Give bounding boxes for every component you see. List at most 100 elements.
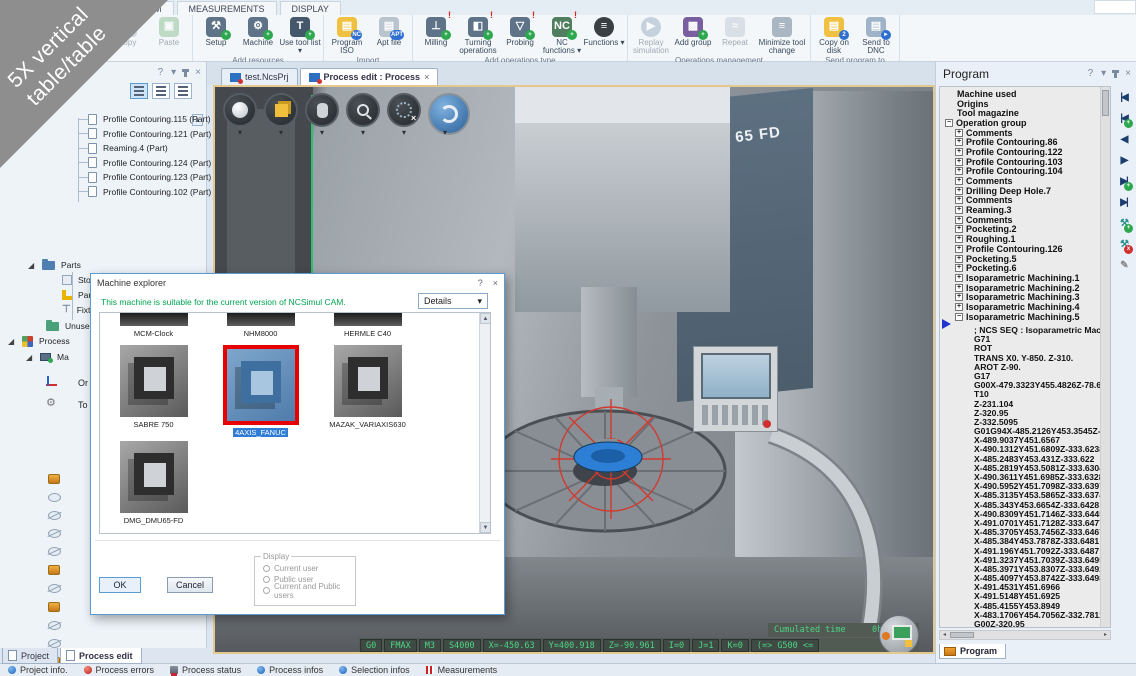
MAZAK_VARIAXIS630[interactable]: MAZAK_VARIAXIS630	[314, 345, 421, 437]
tree-item-part[interactable]: Part	[0, 288, 94, 302]
expand-toggle-icon[interactable]: +	[955, 158, 963, 166]
dialog-close-icon[interactable]: ×	[493, 278, 498, 288]
gcode-line[interactable]: X-485.3705Y453.7456Z-333.6467	[940, 527, 1100, 536]
visibility-toggle-icon[interactable]	[48, 602, 60, 612]
DMG_DMU65-FD[interactable]: DMG_DMU65-FD	[100, 441, 207, 525]
expand-toggle-icon[interactable]: −	[955, 313, 963, 321]
dialog-title-bar[interactable]: Machine explorer ? ×	[91, 274, 504, 292]
program-tree-item[interactable]: + Profile Contouring.126	[940, 244, 1100, 254]
expander-icon[interactable]: ◢	[26, 353, 34, 362]
hud-selection-button[interactable]	[387, 93, 421, 127]
expand-toggle-icon[interactable]: +	[955, 206, 963, 214]
gcode-line[interactable]: G01G94X-485.2126Y453.3545Z-333	[940, 426, 1100, 435]
scroll-left-icon[interactable]: ◂	[940, 631, 949, 639]
add-to-simulation-button[interactable]: ⚒ +	[1120, 218, 1127, 230]
gcode-line[interactable]: X-491.4531Y451.6966	[940, 582, 1100, 591]
program-tree-item[interactable]: + Reaming.3	[940, 205, 1100, 215]
gcode-line[interactable]: X-491.3237Y451.7039Z-333.6495	[940, 555, 1100, 564]
gcode-line[interactable]: X-489.9037Y451.6567	[940, 435, 1100, 444]
gcode-line[interactable]: X-485.4155Y453.8949	[940, 601, 1100, 610]
HERMLE C40[interactable]: HERMLE C40	[314, 313, 421, 338]
expand-toggle-icon[interactable]: +	[955, 167, 963, 175]
visibility-toggle-icon[interactable]	[48, 511, 61, 520]
play-forward-button[interactable]: ▶	[1121, 155, 1127, 167]
expand-toggle-icon[interactable]: +	[955, 245, 963, 253]
program-bottom-tab[interactable]: Program	[939, 644, 1006, 659]
expand-toggle-icon[interactable]: +	[955, 255, 963, 263]
gcode-line[interactable]: ; NCS SEQ : Isoparametric Machini	[940, 325, 1100, 334]
previous-operation-button[interactable]: |◀ +	[1120, 113, 1127, 125]
tree-item[interactable]: Profile Contouring.102 (Part)	[0, 185, 206, 200]
program-tree-item[interactable]: + Profile Contouring.103	[940, 157, 1100, 167]
gcode-line[interactable]: Z-231.104	[940, 399, 1100, 408]
program-tree-item[interactable]: + Profile Contouring.104	[940, 167, 1100, 177]
program-tree-item[interactable]: Tool magazine	[940, 108, 1100, 118]
tree-item-fixture[interactable]: ⊤ Fixture	[0, 303, 103, 317]
expand-toggle-icon[interactable]: +	[955, 177, 963, 185]
expand-toggle-icon[interactable]: +	[955, 216, 963, 224]
MCM-Clock[interactable]: MCM-Clock	[100, 313, 207, 338]
status-bar-item[interactable]: Selection infos	[339, 665, 410, 675]
details-dropdown[interactable]: Details ▾	[418, 293, 488, 309]
visibility-toggle-icon[interactable]	[48, 529, 61, 538]
visibility-toggle-icon[interactable]	[48, 474, 60, 484]
ribbon-button[interactable]: ≡ Functions ▾	[583, 15, 625, 47]
ribbon-button[interactable]: ▤APT Apt file	[368, 15, 410, 47]
ribbon-button[interactable]: ▩+ Add group	[672, 15, 714, 47]
window-search-box[interactable]	[1094, 0, 1136, 14]
ribbon-button[interactable]: ⚒+ Setup	[195, 15, 237, 47]
gcode-line[interactable]: X-491.5148Y451.6925	[940, 591, 1100, 600]
gcode-line[interactable]: T10	[940, 389, 1100, 398]
program-tree-item[interactable]: + Profile Contouring.86	[940, 137, 1100, 147]
program-tree-item[interactable]: + Isoparametric Machining.1	[940, 273, 1100, 283]
expand-toggle-icon[interactable]: +	[955, 303, 963, 311]
workspace-tab[interactable]: Project	[2, 648, 58, 664]
gcode-line[interactable]: X-485.3971Y453.8307Z-333.6492	[940, 564, 1100, 573]
ribbon-button[interactable]: ≡ Minimize tool change	[756, 15, 808, 56]
program-tree-item[interactable]: + Isoparametric Machining.3	[940, 292, 1100, 302]
expand-toggle-icon[interactable]: +	[955, 235, 963, 243]
play-backward-button[interactable]: ◀	[1121, 134, 1127, 146]
gcode-line[interactable]: Z-332.5095	[940, 417, 1100, 426]
gcode-line[interactable]: G00Z-320.95	[940, 619, 1100, 628]
tab-close-icon[interactable]: ×	[424, 72, 429, 82]
scroll-down-icon[interactable]: ▼	[480, 522, 491, 533]
NHM8000[interactable]: NHM8000	[207, 313, 314, 338]
SABRE 750[interactable]: SABRE 750	[100, 345, 207, 437]
gcode-line[interactable]: G17	[940, 371, 1100, 380]
ribbon-button[interactable]: ▤NC Program ISO	[326, 15, 368, 56]
tree-item[interactable]: Profile Contouring.123 (Part)	[0, 170, 206, 185]
scroll-right-icon[interactable]: ▸	[1101, 631, 1110, 639]
ribbon-button[interactable]: NC+! NC functions ▾	[541, 15, 583, 56]
machine-status-button[interactable]	[879, 615, 919, 654]
document-tab[interactable]: test.NcsPrj	[221, 68, 298, 85]
ribbon-button[interactable]: ⚙+ Machine	[237, 15, 279, 47]
pin-icon[interactable]	[1114, 70, 1117, 78]
gcode-line[interactable]: G00X-479.3323Y455.4826Z-78.677	[940, 380, 1100, 389]
chevron-down-icon[interactable]: ▾	[1101, 68, 1106, 79]
gcode-line[interactable]: TRANS X0. Y-850. Z-310.	[940, 353, 1100, 362]
expander-icon[interactable]: ◢	[28, 261, 36, 270]
program-tree-item[interactable]: + Pocketing.6	[940, 263, 1100, 273]
gcode-line[interactable]: AROT Z-90.	[940, 362, 1100, 371]
visibility-toggle-icon[interactable]	[48, 547, 61, 556]
hud-shaded-view-button[interactable]	[264, 93, 298, 127]
gcode-line[interactable]: X-485.2483Y453.431Z-333.622	[940, 454, 1100, 463]
gcode-line[interactable]: X-491.196Y451.7092Z-333.6487	[940, 546, 1100, 555]
expand-toggle-icon[interactable]: +	[955, 196, 963, 204]
gcode-line[interactable]: X-485.2819Y453.5081Z-333.6304	[940, 463, 1100, 472]
program-tree-item[interactable]: + Drilling Deep Hole.7	[940, 186, 1100, 196]
program-tree-item[interactable]: + Comments	[940, 128, 1100, 138]
gcode-line[interactable]: ROT	[940, 343, 1100, 352]
origins-axis-icon[interactable]	[46, 376, 58, 388]
program-content[interactable]: Machine used Origins Tool magazine − Ope…	[939, 86, 1111, 628]
expand-toggle-icon[interactable]: −	[945, 119, 953, 127]
tree-item[interactable]: Reaming.4 (Part)	[0, 141, 206, 156]
gcode-line[interactable]: G71	[940, 334, 1100, 343]
program-tree-item[interactable]: + Comments	[940, 176, 1100, 186]
gcode-line[interactable]: X-485.343Y453.6654Z-333.6428	[940, 500, 1100, 509]
ribbon-button[interactable]: ▣ Paste	[148, 15, 190, 47]
hud-zoom-button[interactable]	[346, 93, 380, 127]
program-tree-item[interactable]: − Operation group	[940, 118, 1100, 128]
expand-toggle-icon[interactable]: +	[955, 129, 963, 137]
